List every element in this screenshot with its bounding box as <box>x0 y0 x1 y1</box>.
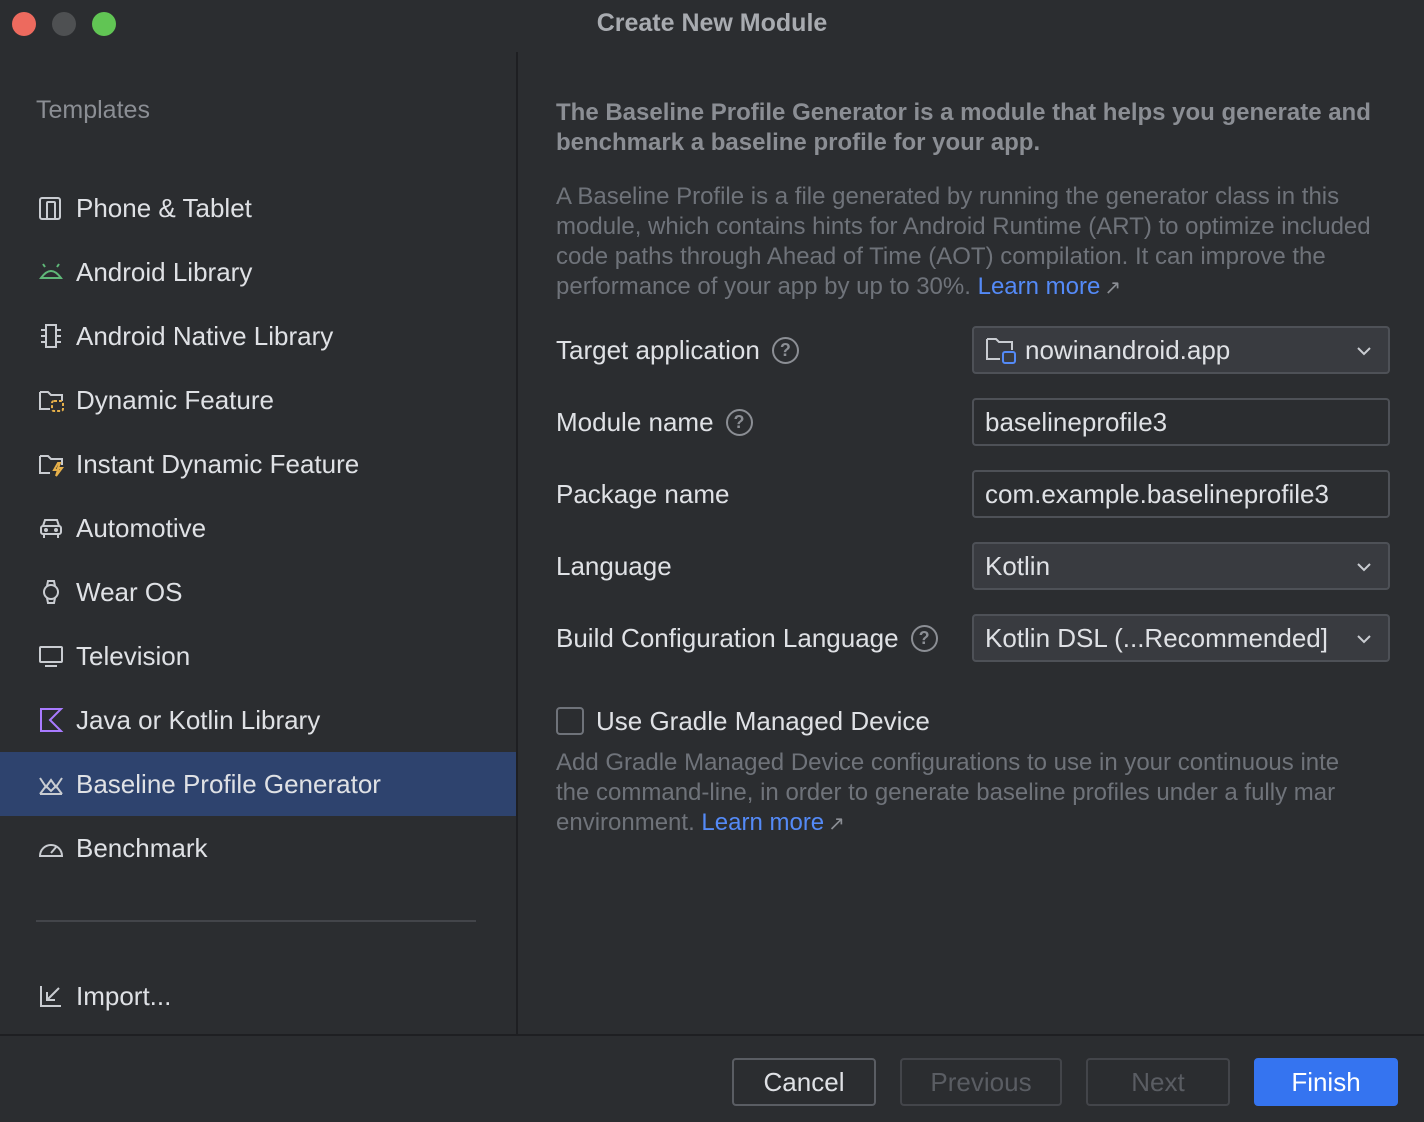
template-item-android-library[interactable]: Android Library <box>0 240 516 304</box>
footer-divider <box>0 1034 1424 1036</box>
templates-heading: Templates <box>36 96 150 124</box>
window-title: Create New Module <box>596 9 828 37</box>
target-application-row: Target application ? nowinandroid.app <box>556 326 1424 374</box>
target-application-dropdown[interactable]: nowinandroid.app <box>972 326 1390 374</box>
template-label: Automotive <box>76 512 207 543</box>
watch-icon <box>36 577 66 607</box>
description-text: A Baseline Profile is a file generated b… <box>556 183 1371 300</box>
gradle-managed-device-option[interactable]: Use Gradle Managed Device <box>556 702 930 740</box>
template-item-baseline-profile-generator[interactable]: Baseline Profile Generator <box>0 752 516 816</box>
template-label: Phone & Tablet <box>76 192 252 223</box>
module-name-value: baselineprofile3 <box>985 406 1168 437</box>
target-application-value: nowinandroid.app <box>1025 334 1231 365</box>
package-name-value: com.example.baselineprofile3 <box>985 478 1329 509</box>
template-item-instant-dynamic-feature[interactable]: Instant Dynamic Feature <box>0 432 516 496</box>
template-label: Wear OS <box>76 576 183 607</box>
build-config-row: Build Configuration Language ? Kotlin DS… <box>556 614 1424 662</box>
module-folder-icon <box>985 335 1019 365</box>
module-name-row: Module name ? baselineprofile3 <box>556 398 1424 446</box>
gmd-learn-more-link[interactable]: Learn more <box>701 809 824 836</box>
gauge-icon <box>36 833 66 863</box>
package-name-label: Package name <box>556 478 730 509</box>
gradle-managed-device-label: Use Gradle Managed Device <box>596 705 930 736</box>
templates-sidebar: Templates Phone & Tablet Android Library… <box>0 50 516 1034</box>
template-headline: The Baseline Profile Generator is a modu… <box>556 99 1371 156</box>
import-label: Import... <box>76 980 172 1011</box>
template-item-android-native-library[interactable]: Android Native Library <box>0 304 516 368</box>
template-item-dynamic-feature[interactable]: Dynamic Feature <box>0 368 516 432</box>
instant-folder-icon <box>36 449 66 479</box>
sidebar-divider <box>36 920 476 922</box>
next-button[interactable]: Next <box>1086 1058 1230 1106</box>
car-icon <box>36 513 66 543</box>
template-item-wear-os[interactable]: Wear OS <box>0 560 516 624</box>
template-item-benchmark[interactable]: Benchmark <box>0 816 516 880</box>
template-label: Benchmark <box>76 832 208 863</box>
template-label: Instant Dynamic Feature <box>76 448 360 479</box>
template-description: A Baseline Profile is a file generated b… <box>556 182 1396 303</box>
language-row: Language Kotlin <box>556 542 1424 590</box>
template-label: Android Library <box>76 256 253 287</box>
external-link-icon: ↗ <box>1104 277 1122 299</box>
template-item-phone-tablet[interactable]: Phone & Tablet <box>0 176 516 240</box>
gmd-desc-line: Add Gradle Managed Device configurations… <box>556 749 1340 776</box>
title-bar: Create New Module <box>0 0 1424 50</box>
target-application-label: Target application ? <box>556 326 799 374</box>
native-chip-icon <box>36 321 66 351</box>
template-label: Android Native Library <box>76 320 334 351</box>
template-list: Phone & Tablet Android Library Android N… <box>0 176 516 880</box>
import-arrow-icon <box>36 981 66 1011</box>
template-label: Dynamic Feature <box>76 384 274 415</box>
target-application-text: Target application <box>556 334 760 365</box>
module-name-input[interactable]: baselineprofile3 <box>972 398 1390 446</box>
module-name-text: Module name <box>556 406 714 437</box>
language-label: Language <box>556 550 672 581</box>
build-config-dropdown[interactable]: Kotlin DSL (...Recommended] <box>972 614 1390 662</box>
language-dropdown[interactable]: Kotlin <box>972 542 1390 590</box>
build-config-label: Build Configuration Language ? <box>556 614 938 662</box>
build-config-text: Build Configuration Language <box>556 622 899 653</box>
template-item-java-kotlin-library[interactable]: Java or Kotlin Library <box>0 688 516 752</box>
module-name-label: Module name ? <box>556 398 753 446</box>
help-icon[interactable]: ? <box>910 624 938 652</box>
chevron-down-icon <box>1357 347 1371 356</box>
template-label: Java or Kotlin Library <box>76 704 321 735</box>
package-name-input[interactable]: com.example.baselineprofile3 <box>972 470 1390 518</box>
learn-more-link[interactable]: Learn more <box>978 273 1101 300</box>
template-label: Baseline Profile Generator <box>76 768 381 799</box>
chevron-down-icon <box>1357 635 1371 644</box>
language-value: Kotlin <box>985 550 1051 581</box>
tv-icon <box>36 641 66 671</box>
previous-button[interactable]: Previous <box>900 1058 1062 1106</box>
template-item-automotive[interactable]: Automotive <box>0 496 516 560</box>
cancel-button[interactable]: Cancel <box>732 1058 876 1106</box>
build-config-value: Kotlin DSL (...Recommended] <box>985 622 1328 653</box>
template-item-television[interactable]: Television <box>0 624 516 688</box>
finish-button[interactable]: Finish <box>1254 1058 1398 1106</box>
android-icon <box>36 257 66 287</box>
template-label: Television <box>76 640 191 671</box>
module-config-panel: The Baseline Profile Generator is a modu… <box>518 50 1424 1034</box>
help-icon[interactable]: ? <box>725 408 753 436</box>
gradle-managed-device-checkbox[interactable] <box>556 707 584 735</box>
help-icon[interactable]: ? <box>771 336 799 364</box>
gradle-managed-device-description: Add Gradle Managed Device configurations… <box>556 748 1424 839</box>
import-button[interactable]: Import... <box>36 964 171 1028</box>
dynamic-folder-icon <box>36 385 66 415</box>
gmd-desc-line: the command-line, in order to generate b… <box>556 779 1336 806</box>
chevron-down-icon <box>1357 563 1371 572</box>
baseline-chart-icon <box>36 769 66 799</box>
package-name-row: Package name com.example.baselineprofile… <box>556 470 1424 518</box>
phone-tablet-icon <box>36 193 66 223</box>
external-link-icon: ↗ <box>828 813 845 835</box>
kotlin-icon <box>36 705 66 735</box>
gmd-desc-line: environment. <box>556 809 695 836</box>
